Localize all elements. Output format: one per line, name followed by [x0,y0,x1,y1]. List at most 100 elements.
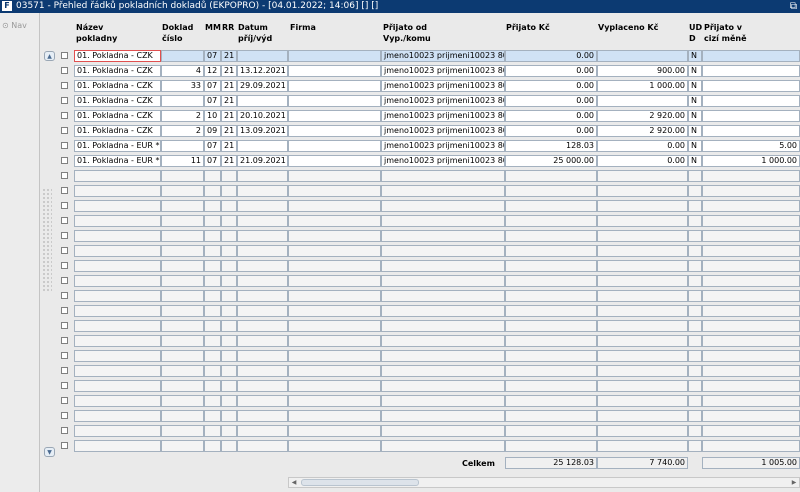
cell-nazev[interactable] [74,230,161,242]
cell-doklad[interactable]: 2 [161,110,204,122]
cell-doklad[interactable] [161,185,204,197]
cell-mm[interactable] [204,440,221,452]
cell-rr[interactable] [221,380,237,392]
cell-datum[interactable] [237,200,288,212]
cell-nazev[interactable] [74,320,161,332]
cell-ud[interactable]: N [688,80,702,92]
cell-prijato_kc[interactable] [505,320,597,332]
cell-rr[interactable]: 21 [221,155,237,167]
cell-prijato_od[interactable]: jmeno10023 prijmeni10023 804 [381,80,505,92]
cell-nazev[interactable]: 01. Pokladna - CZK [74,80,161,92]
cell-mm[interactable]: 07 [204,155,221,167]
cell-rr[interactable]: 21 [221,50,237,62]
cell-datum[interactable] [237,440,288,452]
cell-mm[interactable]: 12 [204,65,221,77]
cell-doklad[interactable] [161,230,204,242]
row-checkbox[interactable] [61,277,68,284]
cell-nazev[interactable] [74,260,161,272]
cell-datum[interactable] [237,395,288,407]
cell-datum[interactable]: 20.10.2021 [237,110,288,122]
cell-firma[interactable] [288,320,381,332]
scroll-right-icon[interactable]: ▶ [789,478,799,487]
cell-ud[interactable] [688,260,702,272]
cell-prijato_kc[interactable] [505,215,597,227]
cell-vyplaceno_kc[interactable] [597,380,688,392]
cell-doklad[interactable] [161,350,204,362]
cell-rr[interactable] [221,170,237,182]
cell-prijato_kc[interactable]: 25 000.00 [505,155,597,167]
cell-mm[interactable] [204,260,221,272]
cell-doklad[interactable] [161,95,204,107]
cell-datum[interactable]: 21.09.2021 [237,155,288,167]
cell-vyplaceno_kc[interactable] [597,200,688,212]
cell-firma[interactable] [288,335,381,347]
cell-prijato_od[interactable] [381,290,505,302]
cell-ud[interactable] [688,290,702,302]
cell-datum[interactable] [237,335,288,347]
row-checkbox[interactable] [61,442,68,449]
cell-prijato_kc[interactable] [505,380,597,392]
cell-rr[interactable] [221,320,237,332]
cell-datum[interactable] [237,320,288,332]
cell-doklad[interactable]: 11 [161,155,204,167]
cell-firma[interactable] [288,215,381,227]
cell-vyplaceno_kc[interactable] [597,245,688,257]
cell-prijato_mena[interactable] [702,185,800,197]
cell-datum[interactable] [237,170,288,182]
cell-firma[interactable] [288,125,381,137]
row-checkbox[interactable] [61,157,68,164]
cell-firma[interactable] [288,395,381,407]
cell-firma[interactable] [288,260,381,272]
cell-prijato_mena[interactable] [702,290,800,302]
cell-prijato_od[interactable] [381,275,505,287]
cell-doklad[interactable] [161,440,204,452]
cell-datum[interactable] [237,230,288,242]
cell-prijato_od[interactable]: jmeno10023 prijmeni10023 804 [381,155,505,167]
cell-nazev[interactable] [74,425,161,437]
cell-ud[interactable] [688,335,702,347]
cell-vyplaceno_kc[interactable] [597,305,688,317]
cell-datum[interactable] [237,245,288,257]
cell-doklad[interactable] [161,50,204,62]
row-checkbox[interactable] [61,217,68,224]
cell-prijato_kc[interactable]: 0.00 [505,125,597,137]
cell-prijato_mena[interactable] [702,380,800,392]
cell-rr[interactable] [221,260,237,272]
cell-nazev[interactable] [74,215,161,227]
cell-doklad[interactable] [161,425,204,437]
cell-rr[interactable] [221,410,237,422]
cell-rr[interactable]: 21 [221,65,237,77]
cell-ud[interactable] [688,365,702,377]
cell-vyplaceno_kc[interactable]: 2 920.00 [597,125,688,137]
cell-vyplaceno_kc[interactable] [597,170,688,182]
cell-prijato_mena[interactable] [702,200,800,212]
row-checkbox[interactable] [61,397,68,404]
cell-prijato_od[interactable] [381,410,505,422]
cell-rr[interactable] [221,305,237,317]
cell-ud[interactable] [688,185,702,197]
cell-doklad[interactable] [161,365,204,377]
horizontal-scrollbar[interactable]: ◀ ▶ [288,477,800,488]
cell-prijato_od[interactable] [381,365,505,377]
cell-mm[interactable]: 07 [204,80,221,92]
cell-rr[interactable] [221,350,237,362]
cell-firma[interactable] [288,365,381,377]
cell-ud[interactable] [688,410,702,422]
cell-rr[interactable]: 21 [221,110,237,122]
cell-rr[interactable] [221,185,237,197]
cell-prijato_mena[interactable] [702,320,800,332]
cell-prijato_kc[interactable] [505,260,597,272]
cell-doklad[interactable] [161,170,204,182]
cell-datum[interactable] [237,50,288,62]
cell-firma[interactable] [288,305,381,317]
cell-ud[interactable] [688,380,702,392]
cell-vyplaceno_kc[interactable]: 2 920.00 [597,110,688,122]
cell-rr[interactable]: 21 [221,140,237,152]
cell-prijato_od[interactable] [381,320,505,332]
cell-doklad[interactable] [161,140,204,152]
cell-ud[interactable]: N [688,95,702,107]
cell-ud[interactable] [688,275,702,287]
cell-prijato_od[interactable] [381,440,505,452]
row-checkbox[interactable] [61,82,68,89]
cell-nazev[interactable]: 01. Pokladna - CZK [74,65,161,77]
